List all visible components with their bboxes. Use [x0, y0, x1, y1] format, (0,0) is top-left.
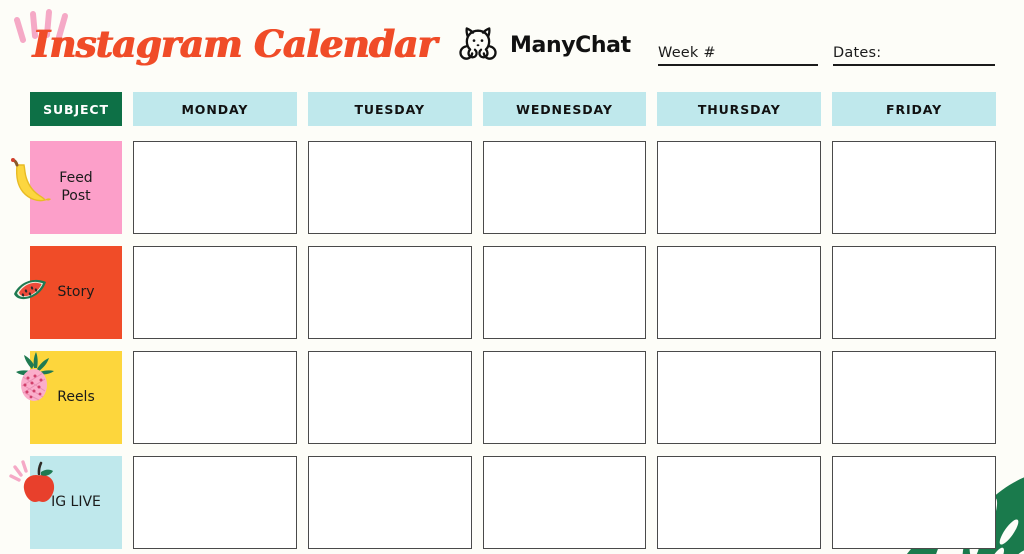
row-label-ig-live: IG LIVE — [30, 456, 122, 549]
note-cell[interactable] — [307, 246, 472, 339]
calendar-header-row: SUBJECT MONDAY TUESDAY WEDNESDAY THURSDA… — [0, 92, 1024, 126]
note-cell[interactable] — [482, 351, 647, 444]
day-header-thursday: THURSDAY — [657, 92, 822, 126]
note-cell[interactable] — [133, 351, 297, 444]
brand-name: ManyChat — [510, 32, 631, 58]
dates-field[interactable]: Dates: — [833, 40, 995, 66]
dates-label: Dates: — [833, 45, 882, 61]
note-cell[interactable] — [832, 351, 996, 444]
note-cell[interactable] — [832, 246, 996, 339]
day-header-monday: MONDAY — [133, 92, 297, 126]
calendar-row-feed-post: Feed Post — [0, 141, 1024, 234]
calendar-row-story: Story — [0, 246, 1024, 339]
note-cell[interactable] — [657, 141, 822, 234]
week-number-label: Week # — [658, 45, 716, 61]
subject-cell-reels: Reels — [16, 351, 122, 444]
subject-cell-story: Story — [14, 246, 122, 339]
day-header-wednesday: WEDNESDAY — [482, 92, 647, 126]
note-cell[interactable] — [307, 456, 472, 549]
manychat-octopus-icon — [459, 27, 497, 60]
note-cell[interactable] — [307, 351, 472, 444]
note-cell[interactable] — [482, 246, 647, 339]
note-cell[interactable] — [482, 141, 647, 234]
subject-cell-ig-live: IG LIVE — [9, 456, 122, 549]
note-cell[interactable] — [657, 351, 822, 444]
week-number-field[interactable]: Week # — [658, 40, 818, 66]
sheet-header: Instagram Calendar ManyChat Week # Dates… — [0, 0, 1024, 92]
brand-lockup: ManyChat — [455, 22, 631, 68]
subject-column-header: SUBJECT — [30, 92, 122, 126]
page-title: Instagram Calendar — [32, 22, 437, 66]
calendar-row-reels: Reels — [0, 351, 1024, 444]
day-header-tuesday: TUESDAY — [307, 92, 472, 126]
note-cell[interactable] — [657, 456, 822, 549]
subject-cell-feed-post: Feed Post — [11, 141, 122, 234]
note-cell[interactable] — [482, 456, 647, 549]
row-label-line1: Feed — [59, 170, 93, 186]
note-cell[interactable] — [832, 456, 996, 549]
note-cell[interactable] — [307, 141, 472, 234]
row-label-line2: Post — [61, 187, 91, 204]
calendar-row-ig-live: IG LIVE — [0, 456, 1024, 549]
row-label-story: Story — [30, 246, 122, 339]
note-cell[interactable] — [133, 246, 297, 339]
day-header-friday: FRIDAY — [832, 92, 996, 126]
instagram-calendar-sheet: Instagram Calendar ManyChat Week # Dates… — [0, 0, 1024, 554]
calendar-grid: SUBJECT MONDAY TUESDAY WEDNESDAY THURSDA… — [0, 92, 1024, 554]
row-label-feed-post: Feed Post — [30, 141, 122, 234]
note-cell[interactable] — [133, 141, 297, 234]
note-cell[interactable] — [657, 246, 822, 339]
note-cell[interactable] — [133, 456, 297, 549]
note-cell[interactable] — [832, 141, 996, 234]
row-label-reels: Reels — [30, 351, 122, 444]
